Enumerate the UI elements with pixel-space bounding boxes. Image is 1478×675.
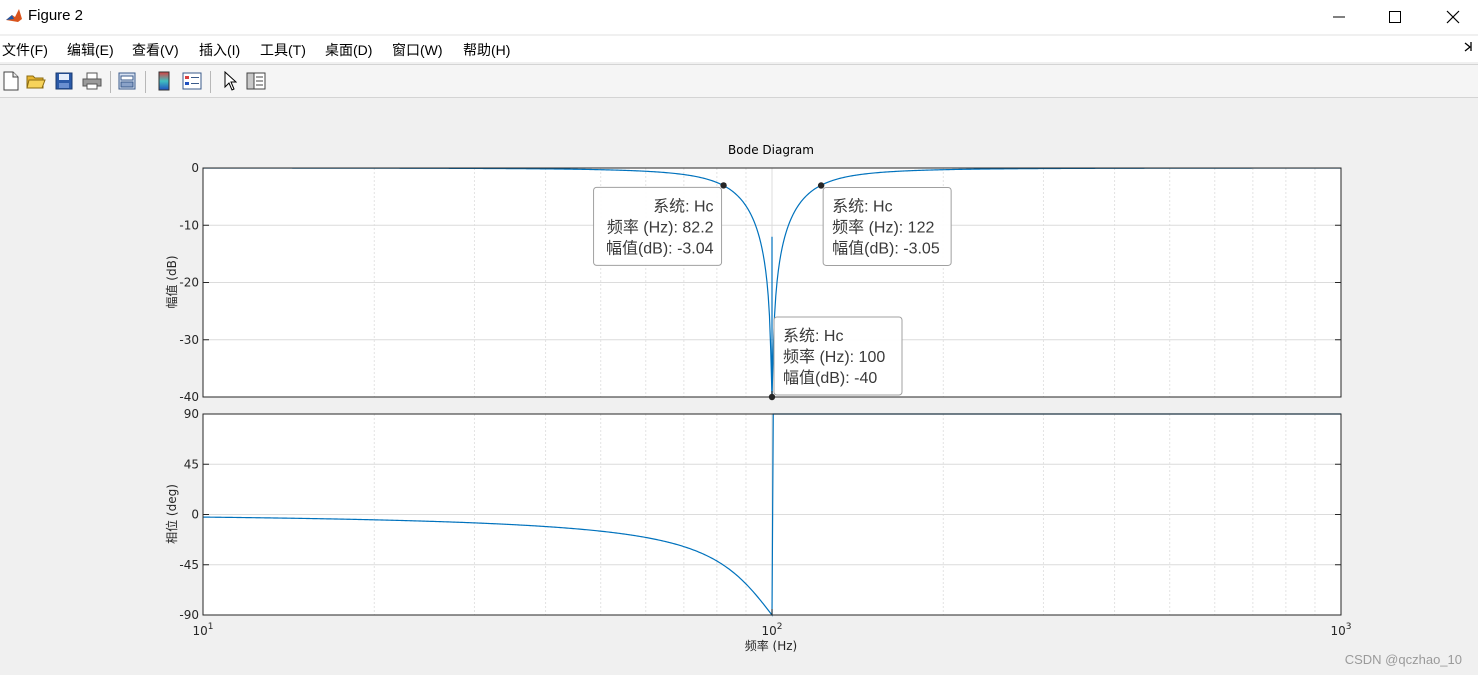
pointer-icon bbox=[224, 71, 237, 91]
window-title: Figure 2 bbox=[28, 7, 84, 24]
magnitude-y-tick-label: -40 bbox=[179, 390, 199, 404]
phase-y-tick-label: 0 bbox=[191, 508, 199, 522]
x-tick-label: 101 bbox=[192, 622, 213, 638]
matlab-icon bbox=[4, 6, 24, 26]
legend-icon bbox=[182, 72, 202, 90]
figure-canvas: Bode Diagram 0 -10 -20 -30 -40 幅值 (dB) 90 45 0… bbox=[0, 97, 1478, 675]
toolbar-separator bbox=[210, 71, 211, 93]
phase-y-tick-label: 45 bbox=[184, 457, 199, 471]
datatip-marker bbox=[768, 393, 776, 401]
datatip[interactable]: 系统: Hc 频率 (Hz): 82.2 幅值(dB): -3.04 bbox=[593, 182, 727, 266]
menu-insert[interactable]: 插入(I) bbox=[199, 40, 240, 60]
minimize-icon bbox=[1333, 16, 1345, 18]
datatip-marker bbox=[720, 182, 727, 189]
menu-overflow-icon[interactable] bbox=[1464, 40, 1474, 52]
bode-plot: Bode Diagram 0 -10 -20 -30 -40 幅值 (dB) 90 45 0… bbox=[164, 143, 1352, 653]
watermark: CSDN @qczhao_10 bbox=[1344, 652, 1462, 667]
phase-y-tick-label: -45 bbox=[179, 558, 199, 572]
datatip-line: 系统: Hc bbox=[832, 197, 892, 215]
print-preview-icon bbox=[118, 72, 136, 90]
datatip-line: 频率 (Hz): 100 bbox=[783, 348, 885, 366]
colorbar-button[interactable] bbox=[153, 70, 175, 92]
edit-plot-button[interactable] bbox=[219, 70, 241, 92]
open-file-button[interactable] bbox=[25, 70, 47, 92]
minimize-button[interactable] bbox=[1310, 0, 1368, 34]
datatip-marker bbox=[817, 182, 825, 189]
datatip-line: 幅值(dB): -3.04 bbox=[606, 239, 714, 257]
datatip[interactable]: 系统: Hc 频率 (Hz): 100 幅值(dB): -40 bbox=[768, 316, 903, 401]
datatip-line: 系统: Hc bbox=[653, 197, 713, 215]
new-figure-icon bbox=[3, 71, 19, 91]
datatip-line: 频率 (Hz): 82.2 bbox=[607, 218, 714, 236]
save-button[interactable] bbox=[53, 70, 75, 92]
print-icon bbox=[82, 72, 102, 90]
magnitude-y-tick-label: -30 bbox=[179, 333, 199, 347]
datatip-line: 幅值(dB): -40 bbox=[783, 369, 877, 387]
phase-y-tick-label: 90 bbox=[184, 407, 199, 421]
legend-button[interactable] bbox=[181, 70, 203, 92]
magnitude-y-tick-label: -10 bbox=[179, 218, 199, 232]
phase-ylabel: 相位 (deg) bbox=[164, 484, 179, 544]
magnitude-y-tick-label: 0 bbox=[191, 161, 199, 175]
chart-title: Bode Diagram bbox=[728, 143, 814, 157]
x-tick-label: 103 bbox=[1330, 622, 1351, 638]
open-file-icon bbox=[26, 75, 46, 89]
menu-view[interactable]: 查看(V) bbox=[132, 40, 179, 60]
phase-y-tick-label: -90 bbox=[179, 608, 199, 622]
maximize-icon bbox=[1389, 11, 1401, 23]
datatip[interactable]: 系统: Hc 频率 (Hz): 122 幅值(dB): -3.05 bbox=[817, 182, 952, 266]
phase-axes[interactable]: 90 45 0 -45 -90 相位 (deg) bbox=[164, 407, 1342, 622]
property-editor-icon bbox=[246, 72, 266, 90]
save-icon bbox=[55, 72, 73, 90]
title-bar: Figure 2 bbox=[0, 0, 1478, 34]
datatip-line: 幅值(dB): -3.05 bbox=[832, 239, 940, 257]
menu-desktop[interactable]: 桌面(D) bbox=[325, 40, 372, 60]
toolbar bbox=[0, 64, 1478, 98]
maximize-button[interactable] bbox=[1366, 0, 1424, 34]
magnitude-y-tick-label: -20 bbox=[179, 276, 199, 290]
toolbar-separator bbox=[145, 71, 146, 93]
toolbar-separator bbox=[110, 71, 111, 93]
menu-bar: 文件(F) 编辑(E) 查看(V) 插入(I) 工具(T) 桌面(D) 窗口(W… bbox=[0, 36, 1478, 62]
menu-help[interactable]: 帮助(H) bbox=[463, 40, 510, 60]
menu-tools[interactable]: 工具(T) bbox=[260, 40, 306, 60]
close-button[interactable] bbox=[1424, 0, 1478, 34]
print-preview-button[interactable] bbox=[116, 70, 138, 92]
magnitude-ylabel: 幅值 (dB) bbox=[164, 255, 179, 308]
x-tick-label: 102 bbox=[761, 622, 782, 638]
datatip-line: 系统: Hc bbox=[783, 327, 843, 345]
close-icon bbox=[1446, 10, 1460, 24]
x-axis-label: 频率 (Hz) bbox=[745, 638, 798, 653]
magnitude-axes[interactable]: 0 -10 -20 -30 -40 幅值 (dB) bbox=[164, 161, 1342, 404]
datatip-line: 频率 (Hz): 122 bbox=[832, 218, 934, 236]
property-editor-button[interactable] bbox=[245, 70, 267, 92]
colorbar-icon bbox=[158, 71, 170, 91]
menu-file[interactable]: 文件(F) bbox=[2, 40, 48, 60]
menu-window[interactable]: 窗口(W) bbox=[392, 40, 443, 60]
new-figure-button[interactable] bbox=[0, 70, 22, 92]
menu-edit[interactable]: 编辑(E) bbox=[67, 40, 114, 60]
print-button[interactable] bbox=[81, 70, 103, 92]
